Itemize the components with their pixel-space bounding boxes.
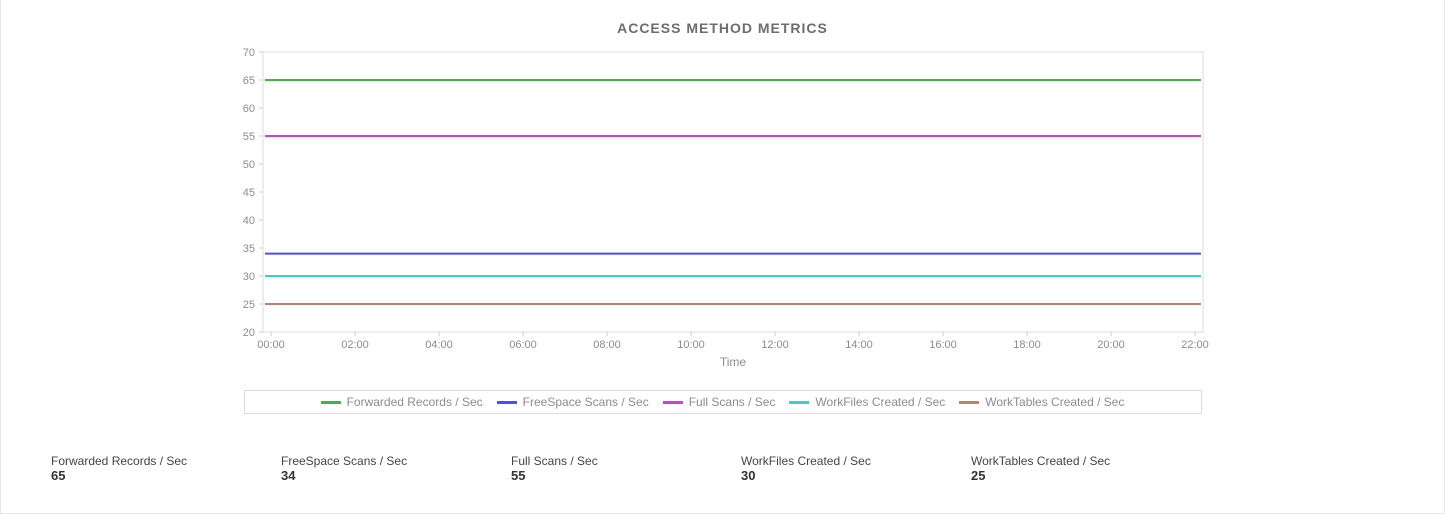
stat-value: 25 bbox=[971, 468, 1201, 483]
svg-text:70: 70 bbox=[242, 47, 254, 59]
legend-swatch bbox=[789, 401, 809, 404]
legend-label: WorkTables Created / Sec bbox=[985, 395, 1124, 409]
legend-item[interactable]: WorkFiles Created / Sec bbox=[789, 395, 945, 409]
chart-title: ACCESS METHOD METRICS bbox=[31, 20, 1414, 36]
legend-item[interactable]: FreeSpace Scans / Sec bbox=[497, 395, 649, 409]
stat-block: WorkTables Created / Sec25 bbox=[971, 454, 1201, 483]
svg-text:20:00: 20:00 bbox=[1097, 339, 1125, 351]
stat-label: FreeSpace Scans / Sec bbox=[281, 454, 511, 468]
stat-block: WorkFiles Created / Sec30 bbox=[741, 454, 971, 483]
svg-text:65: 65 bbox=[242, 75, 254, 87]
metrics-panel: ACCESS METHOD METRICS 202530354045505560… bbox=[0, 0, 1445, 514]
stats-row: Forwarded Records / Sec65FreeSpace Scans… bbox=[31, 454, 1445, 483]
svg-text:30: 30 bbox=[242, 271, 254, 283]
svg-text:14:00: 14:00 bbox=[845, 339, 873, 351]
legend-swatch bbox=[959, 401, 979, 404]
stat-block: Full Scans / Sec55 bbox=[511, 454, 741, 483]
svg-text:00:00: 00:00 bbox=[257, 339, 285, 351]
legend-swatch bbox=[321, 401, 341, 404]
stat-value: 34 bbox=[281, 468, 511, 483]
svg-text:40: 40 bbox=[242, 215, 254, 227]
legend-swatch bbox=[497, 401, 517, 404]
chart-area: 20 25 30 35 40 45 50 55 60 65 70 00:00 02:00 04:00 06:… bbox=[223, 42, 1223, 382]
svg-text:22:00: 22:00 bbox=[1181, 339, 1209, 351]
stat-value: 30 bbox=[741, 468, 971, 483]
chart-legend: Forwarded Records / Sec FreeSpace Scans /… bbox=[244, 390, 1202, 414]
svg-text:50: 50 bbox=[242, 159, 254, 171]
svg-text:20: 20 bbox=[242, 327, 254, 339]
svg-text:02:00: 02:00 bbox=[341, 339, 369, 351]
svg-text:08:00: 08:00 bbox=[593, 339, 621, 351]
svg-text:45: 45 bbox=[242, 187, 254, 199]
svg-text:60: 60 bbox=[242, 103, 254, 115]
stat-label: Full Scans / Sec bbox=[511, 454, 741, 468]
legend-item[interactable]: Forwarded Records / Sec bbox=[321, 395, 483, 409]
legend-label: Full Scans / Sec bbox=[689, 395, 776, 409]
legend-label: Forwarded Records / Sec bbox=[347, 395, 483, 409]
stat-block: Forwarded Records / Sec65 bbox=[51, 454, 281, 483]
legend-item[interactable]: Full Scans / Sec bbox=[663, 395, 776, 409]
stat-value: 65 bbox=[51, 468, 281, 483]
legend-swatch bbox=[663, 401, 683, 404]
svg-text:25: 25 bbox=[242, 299, 254, 311]
stat-label: Forwarded Records / Sec bbox=[51, 454, 281, 468]
legend-item[interactable]: WorkTables Created / Sec bbox=[959, 395, 1124, 409]
line-chart: 20 25 30 35 40 45 50 55 60 65 70 00:00 02:00 04:00 06:… bbox=[223, 42, 1223, 382]
svg-text:18:00: 18:00 bbox=[1013, 339, 1041, 351]
svg-text:Time: Time bbox=[719, 355, 746, 369]
stat-label: WorkFiles Created / Sec bbox=[741, 454, 971, 468]
legend-label: WorkFiles Created / Sec bbox=[815, 395, 945, 409]
svg-text:10:00: 10:00 bbox=[677, 339, 705, 351]
svg-text:16:00: 16:00 bbox=[929, 339, 957, 351]
svg-text:35: 35 bbox=[242, 243, 254, 255]
stat-block: FreeSpace Scans / Sec34 bbox=[281, 454, 511, 483]
svg-text:04:00: 04:00 bbox=[425, 339, 453, 351]
svg-text:55: 55 bbox=[242, 131, 254, 143]
svg-text:06:00: 06:00 bbox=[509, 339, 537, 351]
stat-value: 55 bbox=[511, 468, 741, 483]
stat-label: WorkTables Created / Sec bbox=[971, 454, 1201, 468]
legend-label: FreeSpace Scans / Sec bbox=[523, 395, 649, 409]
svg-text:12:00: 12:00 bbox=[761, 339, 789, 351]
